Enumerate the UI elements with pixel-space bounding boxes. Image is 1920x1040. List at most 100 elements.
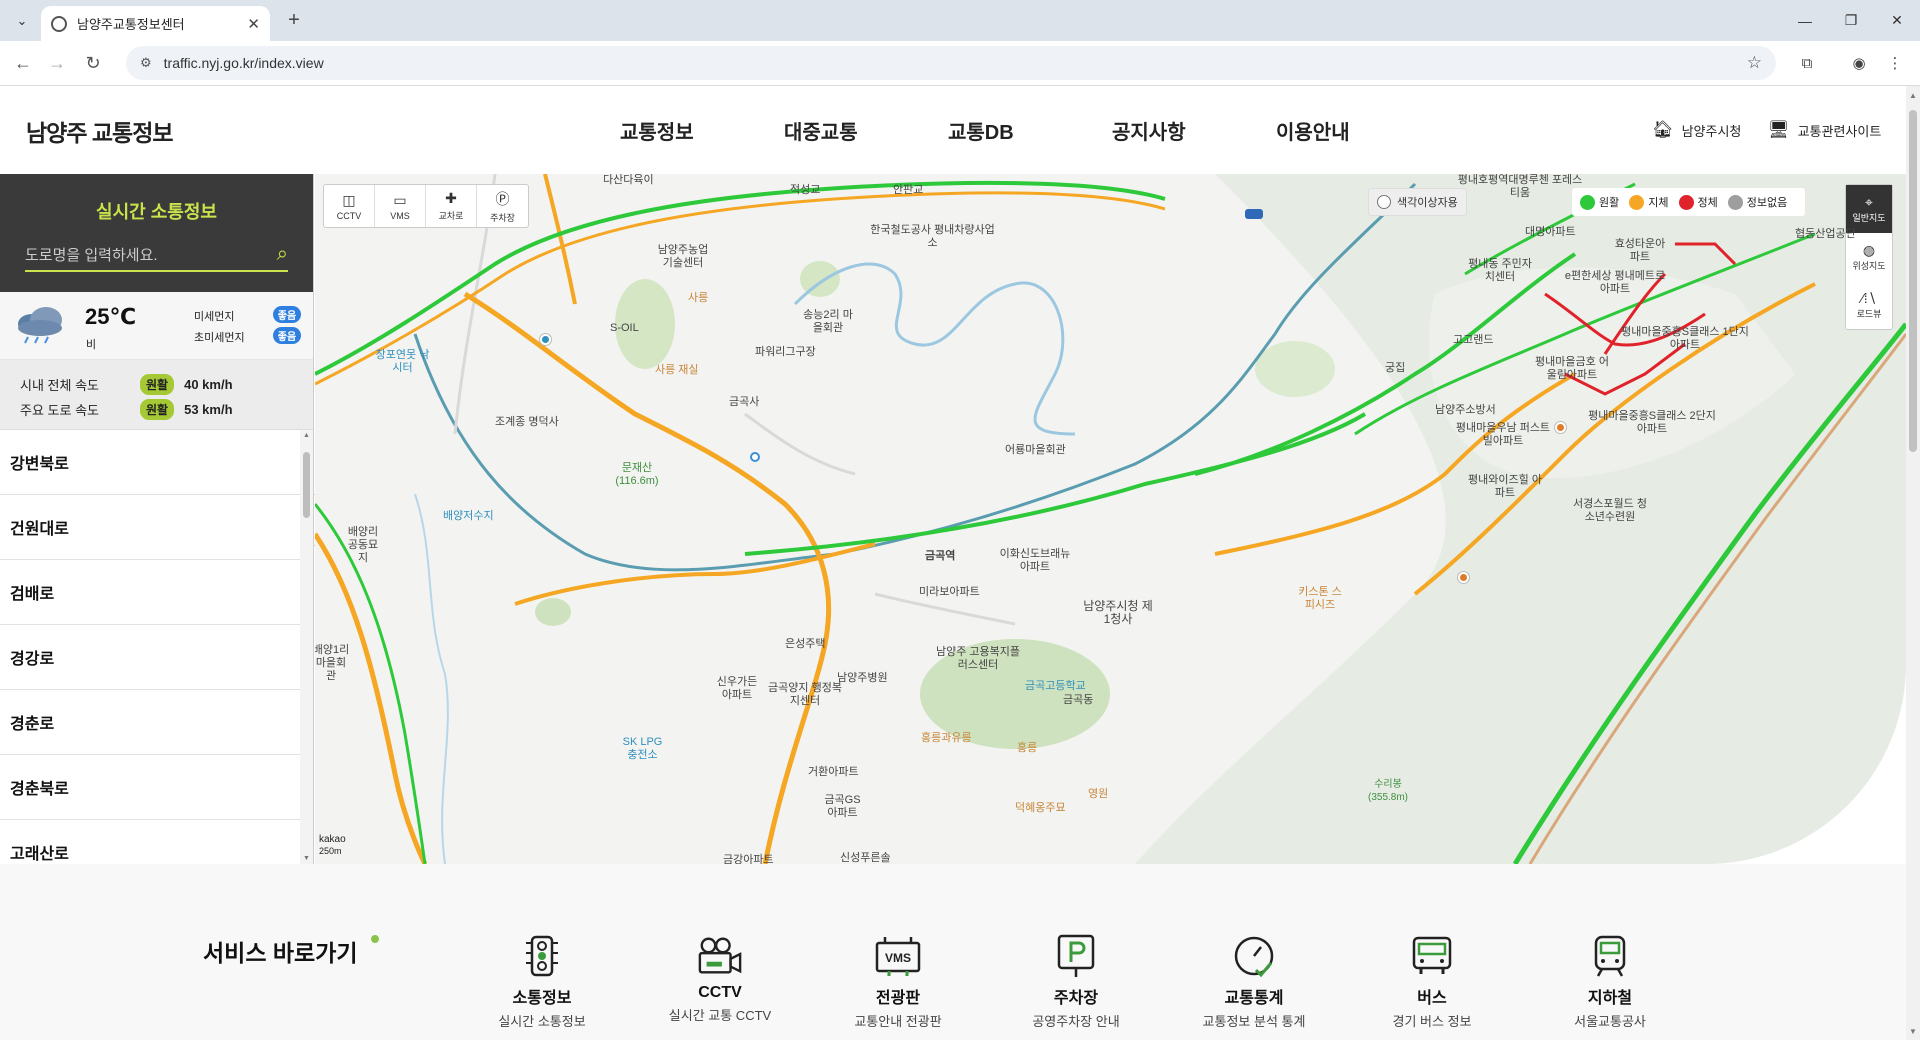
reload-button[interactable]: ↻ [80, 50, 106, 76]
road-item[interactable]: 경춘북로 [0, 755, 300, 820]
road-item[interactable]: 강변북로 [0, 430, 300, 495]
colorblind-toggle[interactable]: 색각이상자용 [1368, 188, 1467, 216]
road-search-input[interactable]: 도로명을 입력하세요. ⌕ [25, 238, 288, 272]
close-tab-icon[interactable]: ✕ [247, 15, 260, 33]
page-scroll-thumb[interactable] [1909, 110, 1917, 452]
red-dot-icon [1678, 194, 1694, 210]
road-item[interactable]: 고래산로 [0, 820, 300, 864]
intersection-icon: ✚ [445, 190, 457, 206]
speed-value: 40 km/h [184, 377, 233, 392]
page-scrollbar[interactable]: ▲ ▼ [1906, 86, 1920, 1040]
related-sites-link[interactable]: 🖥︎ 교통관련사이트 [1768, 120, 1881, 140]
road-item[interactable]: 검배로 [0, 560, 300, 625]
service-cctv[interactable]: CCTV 실시간 교통 CCTV [650, 934, 790, 1024]
browser-menu-icon[interactable]: ⋮ [1882, 50, 1908, 76]
city-speed-row: 시내 전체 속도 원활 40 km/h [20, 372, 313, 397]
speed-box: 시내 전체 속도 원활 40 km/h 주요 도로 속도 원활 53 km/h [0, 360, 313, 430]
map-label: 덕혜옹주묘 [1015, 802, 1066, 814]
extensions-icon[interactable]: ⧉ [1794, 50, 1820, 76]
scroll-up-icon[interactable]: ▲ [1909, 91, 1917, 100]
scroll-down-icon[interactable]: ▼ [303, 855, 310, 862]
road-list-scroll-thumb[interactable] [303, 452, 310, 518]
service-bus[interactable]: 버스 경기 버스 정보 [1362, 934, 1502, 1030]
poi-marker[interactable] [1458, 572, 1469, 583]
map-label: 창포연못 낚시터 [375, 349, 430, 374]
poi-marker[interactable] [1555, 422, 1566, 433]
minimize-button[interactable]: — [1782, 0, 1828, 41]
realtime-panel: 실시간 소통정보 도로명을 입력하세요. ⌕ 25℃ 비 미세먼지 좋음 초미세… [0, 174, 314, 864]
bookmark-star-icon[interactable]: ☆ [1747, 53, 1762, 73]
tab-title: 남양주교통정보센터 [77, 17, 185, 32]
map-label: 사릉 [688, 292, 709, 304]
svg-text:VMS: VMS [885, 951, 911, 965]
browser-tab[interactable]: 남양주교통정보센터 ✕ [41, 6, 270, 41]
nav-notice[interactable]: 공지사항 [1112, 116, 1276, 145]
nav-public-transit[interactable]: 대중교통 [784, 116, 948, 145]
kakao-logo: kakao [319, 834, 346, 845]
road-item[interactable]: 경춘로 [0, 690, 300, 755]
restore-button[interactable]: ❐ [1828, 0, 1874, 41]
road-list-scrollbar[interactable]: ▲ ▼ [300, 430, 313, 864]
service-statistics[interactable]: 교통통계 교통정보 분석 통계 [1184, 934, 1324, 1030]
nav-guide[interactable]: 이용안내 [1276, 116, 1440, 145]
nav-traffic-info[interactable]: 교통정보 [620, 116, 784, 145]
speed-label: 시내 전체 속도 [20, 378, 99, 393]
main-road-speed-row: 주요 도로 속도 원활 53 km/h [20, 397, 313, 422]
vms-icon: ▭ [393, 191, 407, 208]
site-logo[interactable]: 남양주 교통정보 [26, 114, 174, 148]
intersection-toggle[interactable]: ✚ 교차로 [426, 185, 477, 227]
service-vms[interactable]: VMS 전광판 교통안내 전광판 [828, 934, 968, 1030]
map-type-switcher: ⌖ 일반지도 ◍ 위성지도 ⁄⁞∖ 로드뷰 [1845, 184, 1893, 330]
poi-marker[interactable] [540, 334, 551, 345]
service-traffic-info[interactable]: 소통정보 실시간 소통정보 [472, 934, 612, 1030]
service-desc: 실시간 소통정보 [498, 1014, 586, 1029]
related-sites-label: 교통관련사이트 [1797, 123, 1882, 139]
main-nav: 교통정보 대중교통 교통DB 공지사항 이용안내 [620, 116, 1440, 145]
scroll-up-icon[interactable]: ▲ [303, 432, 310, 439]
map-label: 다산다육이 [603, 174, 654, 186]
gray-dot-icon [1727, 194, 1743, 210]
cctv-toggle[interactable]: ◫ CCTV [324, 185, 375, 227]
vms-toggle[interactable]: ▭ VMS [375, 185, 426, 227]
site-info-icon[interactable]: ⚙ [140, 55, 152, 71]
new-tab-button[interactable]: + [282, 9, 306, 32]
road-list: 강변북로 건원대로 검배로 경강로 경춘로 경춘북로 고래산로 [0, 430, 300, 864]
map-label: 배양리 공동묘지 [347, 526, 379, 564]
road-item[interactable]: 경강로 [0, 625, 300, 690]
colorblind-checkbox[interactable] [1377, 195, 1391, 209]
normal-map-button[interactable]: ⌖ 일반지도 [1846, 185, 1892, 233]
tab-search-button[interactable]: ⌄ [8, 8, 36, 34]
map-type-label: 로드뷰 [1856, 309, 1882, 319]
scroll-down-icon[interactable]: ▼ [1909, 1027, 1917, 1036]
search-icon[interactable]: ⌕ [277, 243, 288, 266]
service-desc: 경기 버스 정보 [1392, 1014, 1472, 1029]
service-parking[interactable]: 주차장 공영주차장 안내 [1006, 934, 1146, 1030]
profile-icon[interactable]: ◉ [1846, 50, 1872, 76]
close-window-button[interactable]: ✕ [1874, 0, 1920, 41]
service-name: CCTV [698, 984, 742, 1001]
map-label: 고고랜드 [1453, 334, 1494, 346]
nav-traffic-db[interactable]: 교통DB [948, 116, 1112, 145]
map-tool-bar: ◫ CCTV ▭ VMS ✚ 교차로 Ⓟ 주차장 [323, 184, 529, 228]
map-label: 거환아파트 [808, 766, 859, 778]
map-label: S-OIL [610, 322, 639, 334]
pm25-badge: 좋음 [273, 327, 301, 344]
parking-toggle[interactable]: Ⓟ 주차장 [477, 185, 528, 227]
map-label: 남양주 고용복지플러스센터 [935, 646, 1020, 671]
map-label: 남양주병원 [837, 672, 888, 684]
map-label: 남양주농업기술센터 [657, 244, 709, 269]
forward-button[interactable]: → [44, 50, 70, 76]
map-type-label: 일반지도 [1852, 213, 1886, 223]
road-item[interactable]: 건원대로 [0, 495, 300, 560]
traffic-map[interactable]: ◫ CCTV ▭ VMS ✚ 교차로 Ⓟ 주차장 색각이상자용 원활 지체 정체 정보없… [315, 174, 1906, 864]
url-field[interactable]: ⚙ traffic.nyj.go.kr/index.view ☆ [126, 46, 1776, 80]
back-button[interactable]: ← [10, 50, 36, 76]
globe-icon [51, 15, 67, 32]
map-label: 적성교 [790, 184, 821, 196]
roadview-button[interactable]: ⁄⁞∖ 로드뷰 [1846, 281, 1892, 329]
map-label: 남양주시청 제1청사 [1083, 599, 1153, 626]
city-hall-link[interactable]: 🏠︎ 남양주시청 [1652, 120, 1741, 140]
map-label: 홍릉 [1017, 742, 1038, 754]
map-label: e편한세상 평내메트로아파트 [1564, 270, 1666, 295]
service-subway[interactable]: 지하철 서울교통공사 [1540, 934, 1680, 1030]
